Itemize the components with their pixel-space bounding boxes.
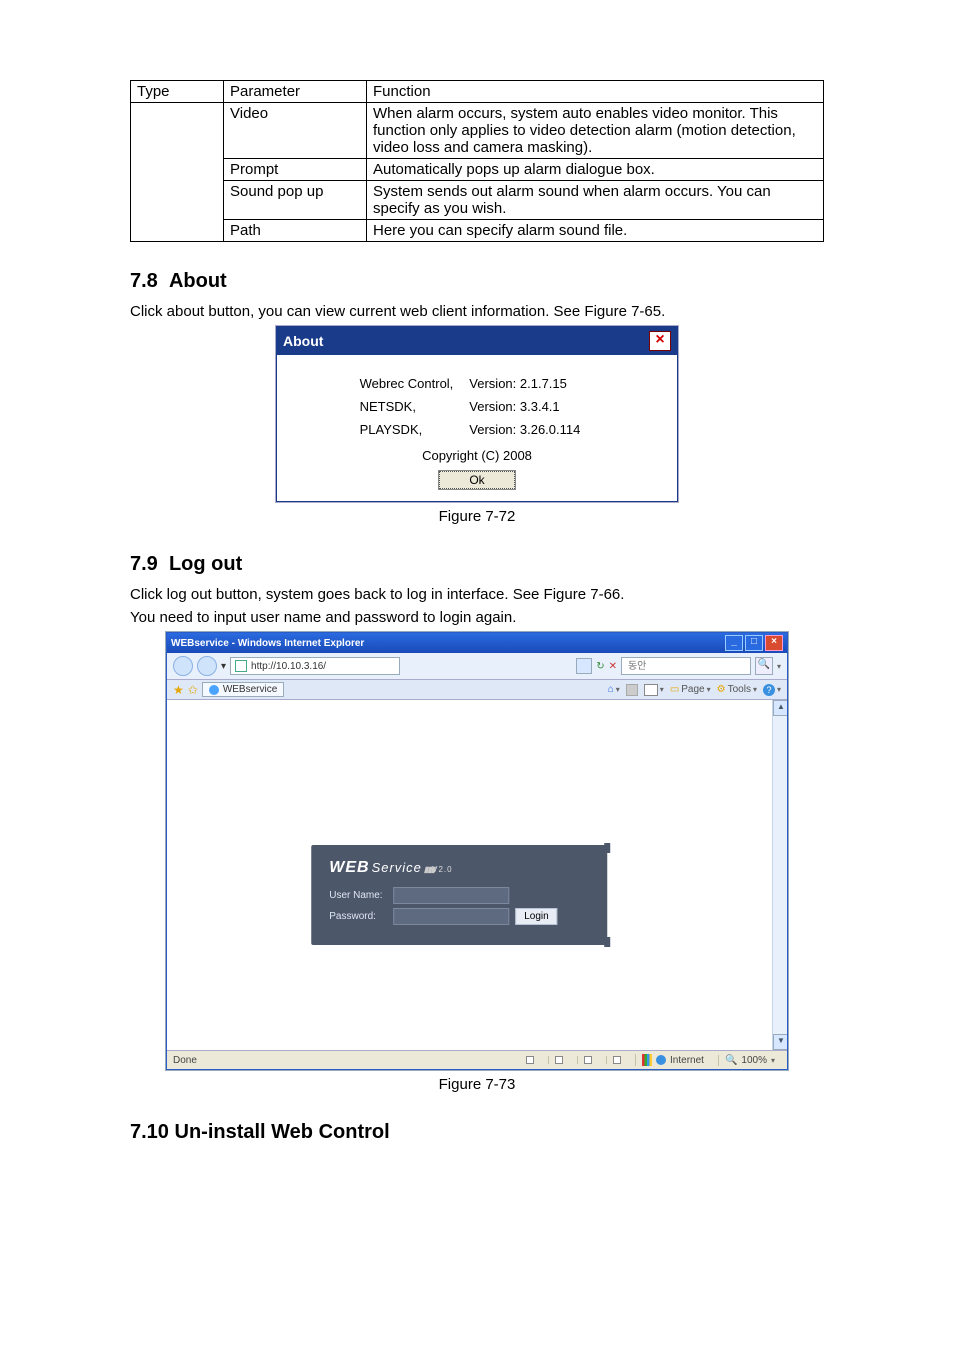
tools-menu[interactable]: ⚙Tools▾	[717, 684, 757, 695]
minimize-icon[interactable]: _	[725, 635, 743, 651]
function-cell: Here you can specify alarm sound file.	[367, 220, 824, 242]
close-icon[interactable]: ×	[765, 635, 783, 651]
table-row: Prompt Automatically pops up alarm dialo…	[131, 159, 824, 181]
section-logout-heading: 7.9 Log out	[130, 553, 824, 576]
about-row-value: Version: 3.3.4.1	[469, 396, 594, 417]
scroll-down-icon[interactable]: ▼	[773, 1034, 787, 1050]
section-logout-p2: You need to input user name and password…	[130, 609, 824, 626]
about-dialog-title: About	[283, 333, 323, 349]
print-button-icon[interactable]: ▾	[644, 684, 664, 696]
address-bar[interactable]: http://10.10.3.16/	[230, 657, 400, 675]
page-menu[interactable]: ▭Page▾	[670, 684, 711, 695]
back-button-icon[interactable]	[173, 656, 193, 676]
forward-button-icon[interactable]	[197, 656, 217, 676]
figure-caption: Figure 7-73	[130, 1076, 824, 1093]
search-go-icon[interactable]: 🔍	[755, 657, 773, 675]
user-name-input[interactable]	[393, 887, 509, 904]
about-row-value: Version: 2.1.7.15	[469, 373, 594, 394]
col-function-header: Function	[367, 81, 824, 103]
password-label: Password:	[329, 911, 387, 922]
web-service-logo: WEBService▮▮▮V2.0	[329, 859, 589, 877]
shield-icon	[642, 1054, 652, 1066]
status-tick-icon	[613, 1056, 621, 1064]
add-favorites-icon[interactable]: ✩	[188, 683, 198, 697]
about-row-key: Webrec Control,	[360, 373, 468, 394]
address-text: http://10.10.3.16/	[251, 661, 326, 672]
globe-icon	[656, 1055, 666, 1065]
type-cell	[131, 103, 224, 242]
stop-icon[interactable]: ✕	[609, 661, 617, 672]
col-type-header: Type	[131, 81, 224, 103]
security-zone[interactable]: Internet	[635, 1054, 710, 1066]
about-row-key: PLAYSDK,	[360, 419, 468, 440]
login-panel: WEBService▮▮▮V2.0 User Name: Password: L…	[311, 845, 607, 945]
status-tick-icon	[584, 1056, 592, 1064]
about-row-value: Version: 3.26.0.114	[469, 419, 594, 440]
refresh-icon[interactable]: ↻	[596, 661, 604, 672]
user-name-label: User Name:	[329, 890, 387, 901]
help-button-icon[interactable]: ?▾	[763, 684, 781, 696]
zoom-control[interactable]: 🔍 100% ▾	[718, 1055, 781, 1066]
status-tick-icon	[526, 1056, 534, 1064]
section-about-intro: Click about button, you can view current…	[130, 303, 824, 320]
about-dialog: About × Webrec Control, Version: 2.1.7.1…	[276, 326, 678, 502]
about-version-table: Webrec Control, Version: 2.1.7.15 NETSDK…	[358, 371, 597, 442]
parameter-function-table: Type Parameter Function Video When alarm…	[130, 80, 824, 242]
tab-label: WEBservice	[223, 684, 277, 695]
zoom-value: 100%	[741, 1055, 767, 1066]
table-row: Path Here you can specify alarm sound fi…	[131, 220, 824, 242]
about-row-key: NETSDK,	[360, 396, 468, 417]
function-cell: When alarm occurs, system auto enables v…	[367, 103, 824, 159]
page-icon	[235, 660, 247, 672]
about-copyright: Copyright (C) 2008	[277, 448, 677, 463]
function-cell: System sends out alarm sound when alarm …	[367, 181, 824, 220]
password-input[interactable]	[393, 908, 509, 925]
parameter-cell: Video	[224, 103, 367, 159]
parameter-cell: Sound pop up	[224, 181, 367, 220]
status-text: Done	[173, 1055, 520, 1066]
close-icon[interactable]: ×	[649, 331, 671, 351]
zoom-icon: 🔍	[725, 1055, 737, 1066]
parameter-cell: Prompt	[224, 159, 367, 181]
table-row: Sound pop up System sends out alarm soun…	[131, 181, 824, 220]
window-title: WEBservice - Windows Internet Explorer	[171, 638, 364, 649]
col-parameter-header: Parameter	[224, 81, 367, 103]
section-about-heading: 7.8 About	[130, 270, 824, 293]
ok-button[interactable]: Ok	[439, 471, 515, 489]
search-input[interactable]	[626, 660, 746, 673]
section-logout-p1: Click log out button, system goes back t…	[130, 586, 824, 603]
browser-viewport: WEBService▮▮▮V2.0 User Name: Password: L…	[167, 700, 787, 1050]
figure-caption: Figure 7-72	[130, 508, 824, 525]
section-uninstall-heading: 7.10 Un-install Web Control	[130, 1121, 824, 1144]
scroll-up-icon[interactable]: ▲	[773, 700, 787, 716]
function-cell: Automatically pops up alarm dialogue box…	[367, 159, 824, 181]
home-button-icon[interactable]: ⌂▾	[608, 684, 620, 695]
status-tick-icon	[555, 1056, 563, 1064]
browser-window: WEBservice - Windows Internet Explorer _…	[166, 632, 788, 1070]
maximize-icon[interactable]: □	[745, 635, 763, 651]
parameter-cell: Path	[224, 220, 367, 242]
vertical-scrollbar[interactable]: ▲ ▼	[772, 700, 787, 1050]
feeds-button-icon[interactable]	[626, 684, 638, 696]
favorites-star-icon[interactable]: ★	[173, 683, 184, 697]
search-engine-dropdown[interactable]	[576, 658, 592, 674]
table-header-row: Type Parameter Function	[131, 81, 824, 103]
table-row: Video When alarm occurs, system auto ena…	[131, 103, 824, 159]
browser-tab[interactable]: WEBservice	[202, 682, 284, 697]
login-button[interactable]: Login	[515, 908, 557, 925]
zone-label: Internet	[670, 1055, 704, 1066]
ie-icon	[209, 685, 219, 695]
